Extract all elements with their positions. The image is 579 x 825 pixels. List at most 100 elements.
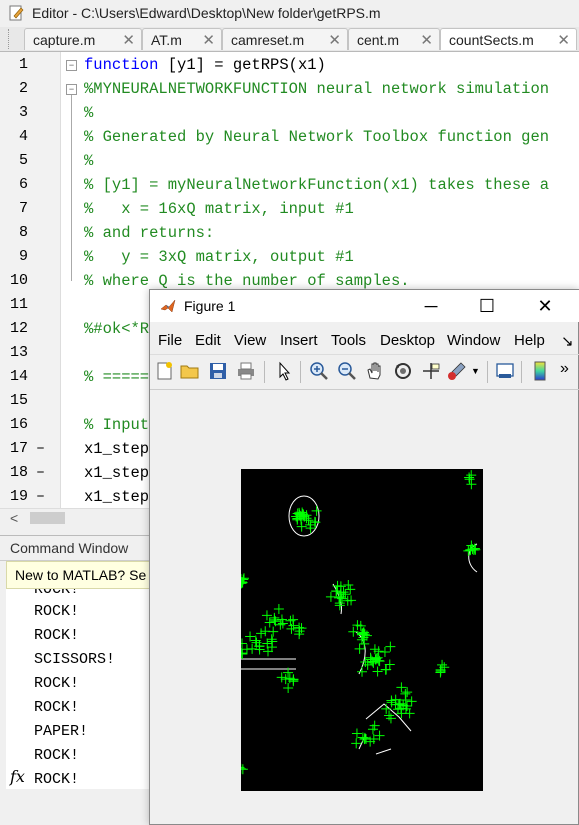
close-icon[interactable]: ✕ bbox=[202, 31, 215, 49]
close-icon[interactable]: ✕ bbox=[557, 31, 570, 49]
line-number: 4 bbox=[18, 128, 28, 145]
tab-label: cent.m bbox=[357, 32, 400, 48]
pan-hand-icon[interactable] bbox=[364, 360, 386, 382]
plot-axes[interactable] bbox=[241, 469, 483, 791]
tab-label: AT.m bbox=[151, 32, 182, 48]
figure-window[interactable]: Figure 1 ─ ☐ ✕ File Edit View Insert Too… bbox=[149, 289, 579, 825]
brush-icon[interactable] bbox=[446, 360, 468, 382]
brush-dropdown-icon[interactable]: ▼ bbox=[471, 360, 493, 382]
keyword: function bbox=[84, 56, 159, 74]
line-number: 8 bbox=[18, 224, 28, 241]
toolbar-separator bbox=[521, 361, 522, 383]
scroll-left-icon[interactable]: < bbox=[10, 510, 18, 526]
code-line: % bbox=[84, 104, 94, 122]
line-number: 6 bbox=[18, 176, 28, 193]
line-number: 7 bbox=[18, 200, 28, 217]
tab-cent[interactable]: cent.m ✕ bbox=[348, 28, 440, 50]
line-number: 16 bbox=[9, 416, 28, 433]
toolbar-overflow-icon[interactable]: » bbox=[560, 360, 579, 382]
fold-toggle[interactable]: − bbox=[66, 84, 77, 95]
line-number: 18 bbox=[9, 464, 28, 481]
save-icon[interactable] bbox=[207, 360, 229, 382]
line-number: 2 bbox=[18, 80, 28, 97]
fold-toggle[interactable]: − bbox=[66, 60, 77, 71]
menu-insert[interactable]: Insert bbox=[280, 332, 318, 349]
editor-icon bbox=[9, 5, 24, 21]
figure-title: Figure 1 bbox=[184, 298, 236, 314]
toolbar-separator bbox=[300, 361, 301, 383]
code-line: % Generated by Neural Network Toolbox fu… bbox=[84, 128, 550, 146]
close-icon[interactable]: ✕ bbox=[420, 31, 433, 49]
tab-at[interactable]: AT.m ✕ bbox=[142, 28, 222, 50]
breakpoint-marker[interactable]: – bbox=[36, 488, 45, 505]
code-line: % where Q is the number of samples. bbox=[84, 272, 410, 290]
output-line: SCISSORS! bbox=[34, 651, 116, 668]
colorbar-icon[interactable] bbox=[529, 360, 551, 382]
tab-camreset[interactable]: camreset.m ✕ bbox=[222, 28, 348, 50]
close-icon[interactable]: ✕ bbox=[328, 31, 341, 49]
code-line: % ===== bbox=[84, 368, 150, 386]
menu-dock-arrow-icon[interactable]: ↘ bbox=[561, 332, 574, 350]
zoom-out-icon[interactable] bbox=[336, 360, 358, 382]
fold-guide bbox=[71, 89, 72, 281]
menu-window[interactable]: Window bbox=[447, 332, 500, 349]
tab-countsects[interactable]: countSects.m ✕ bbox=[440, 28, 577, 50]
banner-text: New to MATLAB? Se bbox=[15, 567, 147, 583]
menu-help[interactable]: Help bbox=[514, 332, 545, 349]
output-line: ROCK! bbox=[34, 627, 80, 644]
tab-label: countSects.m bbox=[449, 32, 534, 48]
breakpoint-marker[interactable]: – bbox=[36, 440, 45, 457]
tab-scroll-left[interactable] bbox=[8, 29, 17, 49]
editor-title-bar: Editor - C:\Users\Edward\Desktop\New fol… bbox=[0, 0, 579, 28]
line-number: 1 bbox=[18, 56, 28, 73]
open-file-icon[interactable] bbox=[179, 360, 201, 382]
output-line: ROCK! bbox=[34, 747, 80, 764]
menu-edit[interactable]: Edit bbox=[195, 332, 221, 349]
line-number: 3 bbox=[18, 104, 28, 121]
close-icon[interactable]: ✕ bbox=[122, 31, 135, 49]
code-line: %#ok<*R bbox=[84, 320, 150, 338]
select-arrow-icon[interactable] bbox=[273, 360, 295, 382]
line-number: 19 bbox=[9, 488, 28, 505]
toolbar-separator bbox=[264, 361, 265, 383]
figure-menu-bar: File Edit View Insert Tools Desktop Wind… bbox=[150, 326, 579, 352]
tab-capture[interactable]: capture.m ✕ bbox=[24, 28, 142, 50]
zoom-in-icon[interactable] bbox=[308, 360, 330, 382]
menu-tools[interactable]: Tools bbox=[331, 332, 366, 349]
toolbar-separator bbox=[487, 361, 488, 383]
figure-title-bar: Figure 1 ─ ☐ ✕ bbox=[150, 290, 579, 322]
code-line: function [y1] = getRPS(x1) bbox=[84, 56, 326, 74]
code-line: x1_step bbox=[84, 488, 150, 506]
link-plot-icon[interactable] bbox=[494, 360, 516, 382]
fx-prompt-icon[interactable]: fx bbox=[10, 767, 25, 786]
rotate-3d-icon[interactable] bbox=[392, 360, 414, 382]
breakpoint-marker[interactable]: – bbox=[36, 464, 45, 481]
menu-file[interactable]: File bbox=[158, 332, 182, 349]
new-figure-icon[interactable] bbox=[153, 360, 175, 382]
code-text: [y1] = getRPS(x1) bbox=[158, 56, 326, 74]
scrollbar-thumb[interactable] bbox=[30, 512, 65, 524]
matlab-logo-icon bbox=[160, 299, 176, 313]
output-line: ROCK! bbox=[34, 675, 80, 692]
line-number: 12 bbox=[9, 320, 28, 337]
output-line: ROCK! bbox=[34, 771, 80, 788]
command-window-title: Command Window bbox=[10, 540, 129, 556]
code-line: % x = 16xQ matrix, input #1 bbox=[84, 200, 354, 218]
code-line: % [y1] = myNeuralNetworkFunction(x1) tak… bbox=[84, 176, 550, 194]
tab-label: capture.m bbox=[33, 32, 96, 48]
code-line: % Input bbox=[84, 416, 150, 434]
minimize-icon[interactable]: ─ bbox=[408, 290, 454, 322]
print-icon[interactable] bbox=[235, 360, 257, 382]
line-number: 10 bbox=[9, 272, 28, 289]
data-cursor-icon[interactable] bbox=[420, 360, 442, 382]
code-line: % and returns: bbox=[84, 224, 215, 242]
output-line: ROCK! bbox=[34, 603, 80, 620]
menu-desktop[interactable]: Desktop bbox=[380, 332, 435, 349]
line-number: 17 bbox=[9, 440, 28, 457]
maximize-icon[interactable]: ☐ bbox=[464, 290, 510, 322]
figure-toolbar: ▼ » bbox=[150, 354, 579, 390]
output-line: PAPER! bbox=[34, 723, 89, 740]
menu-view[interactable]: View bbox=[234, 332, 266, 349]
line-number: 14 bbox=[9, 368, 28, 385]
close-icon[interactable]: ✕ bbox=[522, 290, 568, 322]
